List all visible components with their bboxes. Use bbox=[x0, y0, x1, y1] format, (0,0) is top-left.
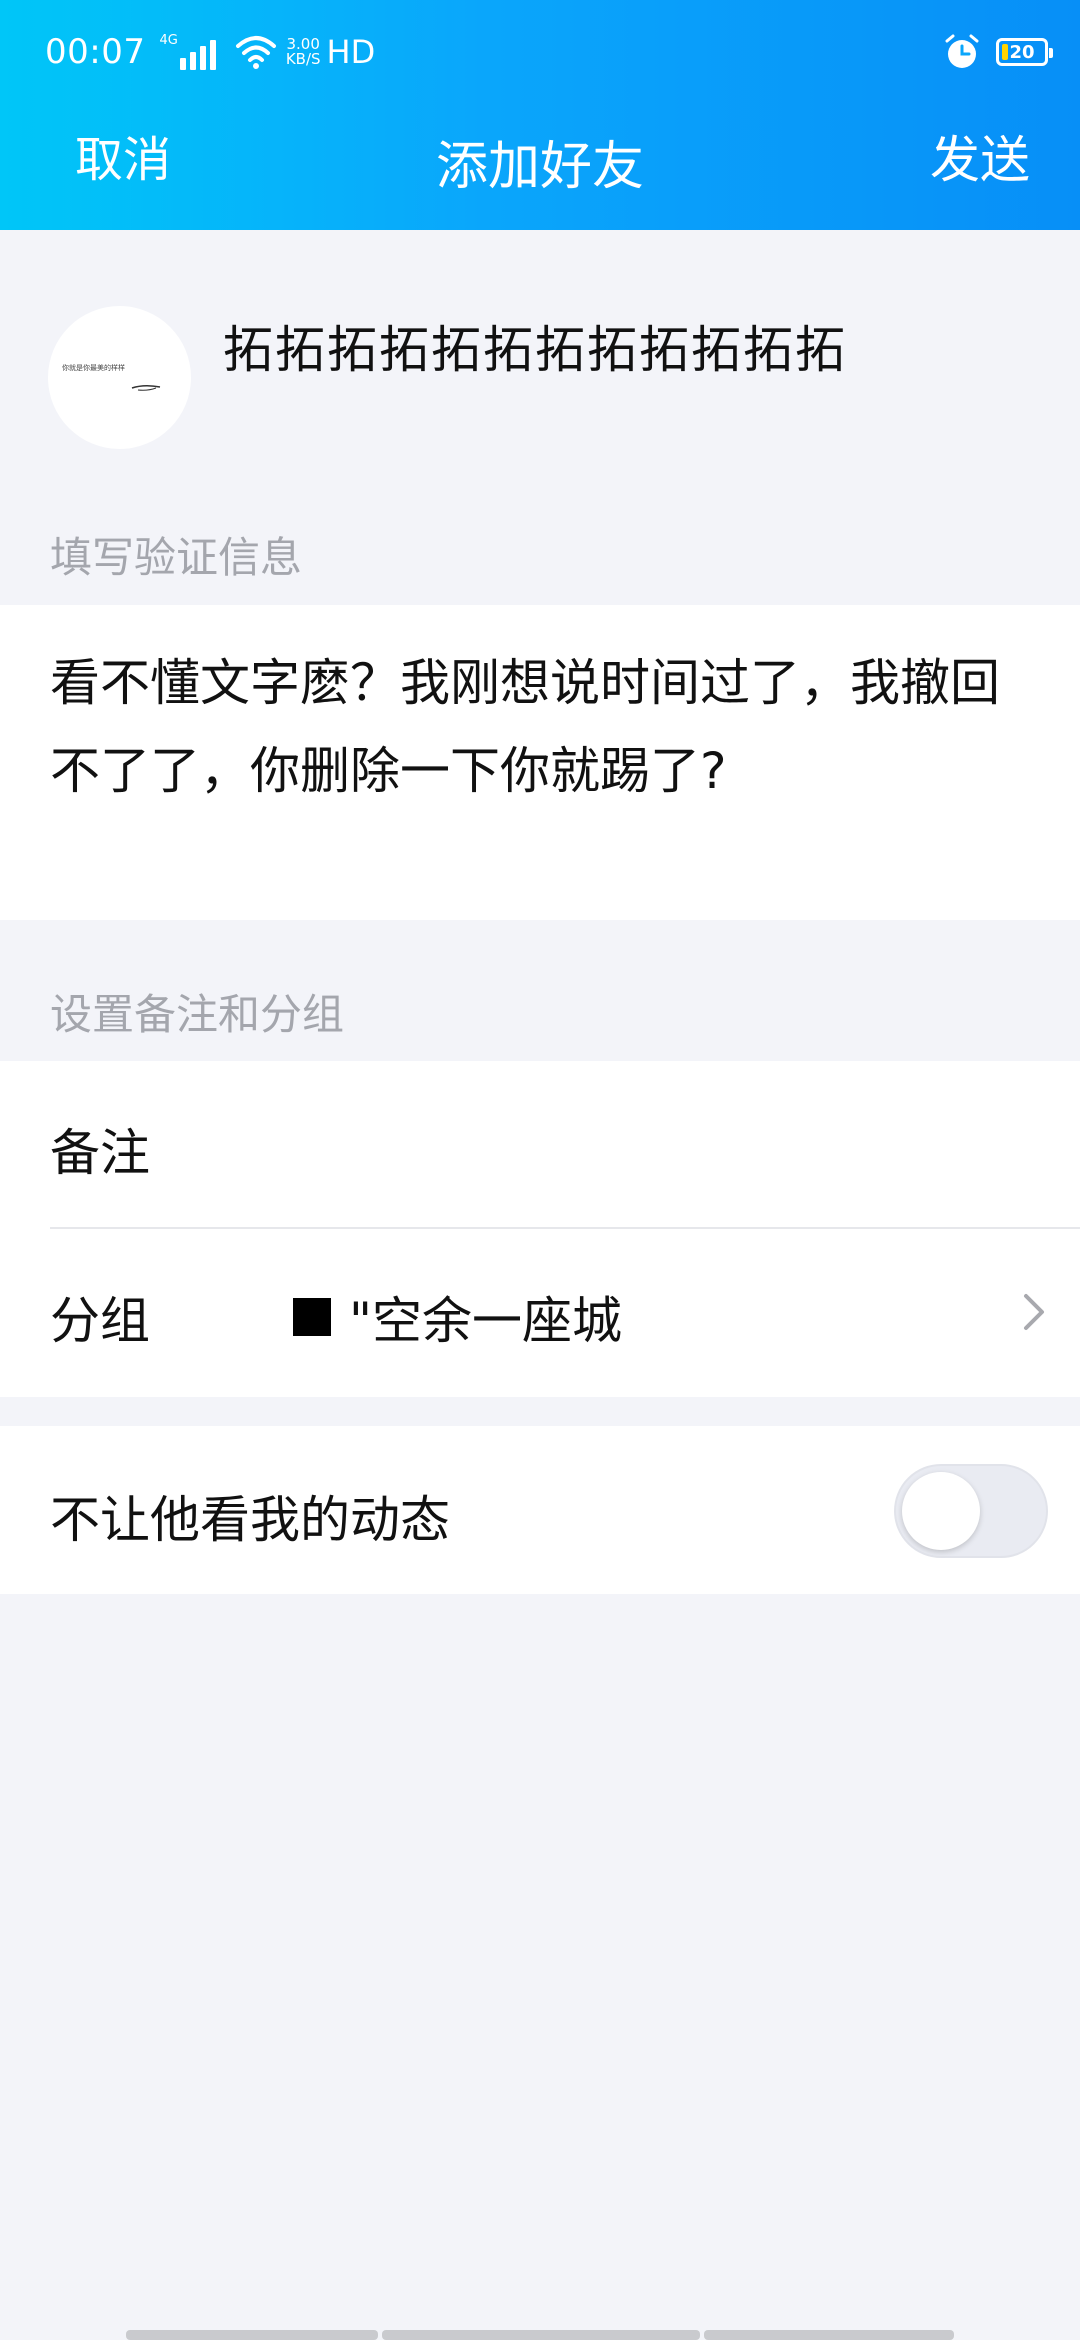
privacy-toggle[interactable] bbox=[894, 1464, 1048, 1558]
status-time: 00:07 bbox=[45, 32, 146, 72]
page-title: 添加好友 bbox=[435, 137, 644, 197]
network-type: 4G bbox=[159, 33, 178, 48]
status-bar: 00:07 4G 3.00 KB/S HD 20 bbox=[0, 0, 1080, 104]
avatar-image: 你就是你最美的样样 bbox=[62, 363, 161, 391]
chevron-right-icon bbox=[1024, 1294, 1044, 1330]
group-label: 分组 bbox=[50, 1292, 150, 1350]
gesture-bar-center bbox=[382, 2330, 700, 2340]
settings-label: 设置备注和分组 bbox=[50, 990, 345, 1039]
group-color-square bbox=[293, 1298, 331, 1336]
speed-unit: KB/S bbox=[285, 50, 321, 68]
remark-label: 备注 bbox=[50, 1124, 150, 1182]
verification-label: 填写验证信息 bbox=[50, 533, 303, 582]
profile-header: 你就是你最美的样样 拓拓拓拓拓拓拓拓拓拓拓拓 bbox=[0, 230, 1080, 500]
header: 00:07 4G 3.00 KB/S HD 20 取消 添加好友 发送 bbox=[0, 0, 1080, 230]
verification-message-input[interactable]: 看不懂文字麽？我刚想说时间过了，我撤回不了了，你删除一下你就踢了? bbox=[50, 639, 1040, 815]
group-value: "空余一座城 bbox=[293, 1281, 622, 1353]
wifi-icon bbox=[235, 36, 276, 69]
battery-icon: 20 bbox=[996, 38, 1053, 66]
group-row[interactable]: 分组 "空余一座城 bbox=[0, 1229, 1080, 1397]
cellular-signal-icon: 4G bbox=[159, 34, 219, 70]
nav-bar: 取消 添加好友 发送 bbox=[0, 104, 1080, 230]
remark-row[interactable]: 备注 bbox=[0, 1061, 1080, 1227]
send-button[interactable]: 发送 bbox=[930, 120, 1030, 192]
alarm-icon bbox=[945, 34, 979, 68]
status-left: 00:07 4G 3.00 KB/S HD bbox=[45, 30, 375, 74]
gesture-bar-right bbox=[704, 2330, 954, 2340]
avatar-caption: 你就是你最美的样样 bbox=[62, 363, 125, 372]
battery-level: 20 bbox=[1009, 41, 1035, 63]
avatar[interactable]: 你就是你最美的样样 bbox=[48, 306, 191, 449]
verification-message-box[interactable]: 看不懂文字麽？我刚想说时间过了，我撤回不了了，你删除一下你就踢了? bbox=[0, 605, 1080, 920]
network-speed: 3.00 KB/S bbox=[286, 37, 321, 67]
privacy-row: 不让他看我的动态 bbox=[0, 1426, 1080, 1594]
profile-name: 拓拓拓拓拓拓拓拓拓拓拓拓 bbox=[223, 321, 847, 379]
privacy-label: 不让他看我的动态 bbox=[50, 1491, 450, 1549]
gesture-bar-left bbox=[126, 2330, 378, 2340]
toggle-knob bbox=[902, 1472, 980, 1550]
group-name: "空余一座城 bbox=[349, 1292, 622, 1350]
hd-indicator: HD bbox=[326, 33, 376, 71]
status-right: 20 bbox=[942, 30, 1053, 74]
remark-group-section: 备注 分组 "空余一座城 bbox=[0, 1061, 1080, 1397]
